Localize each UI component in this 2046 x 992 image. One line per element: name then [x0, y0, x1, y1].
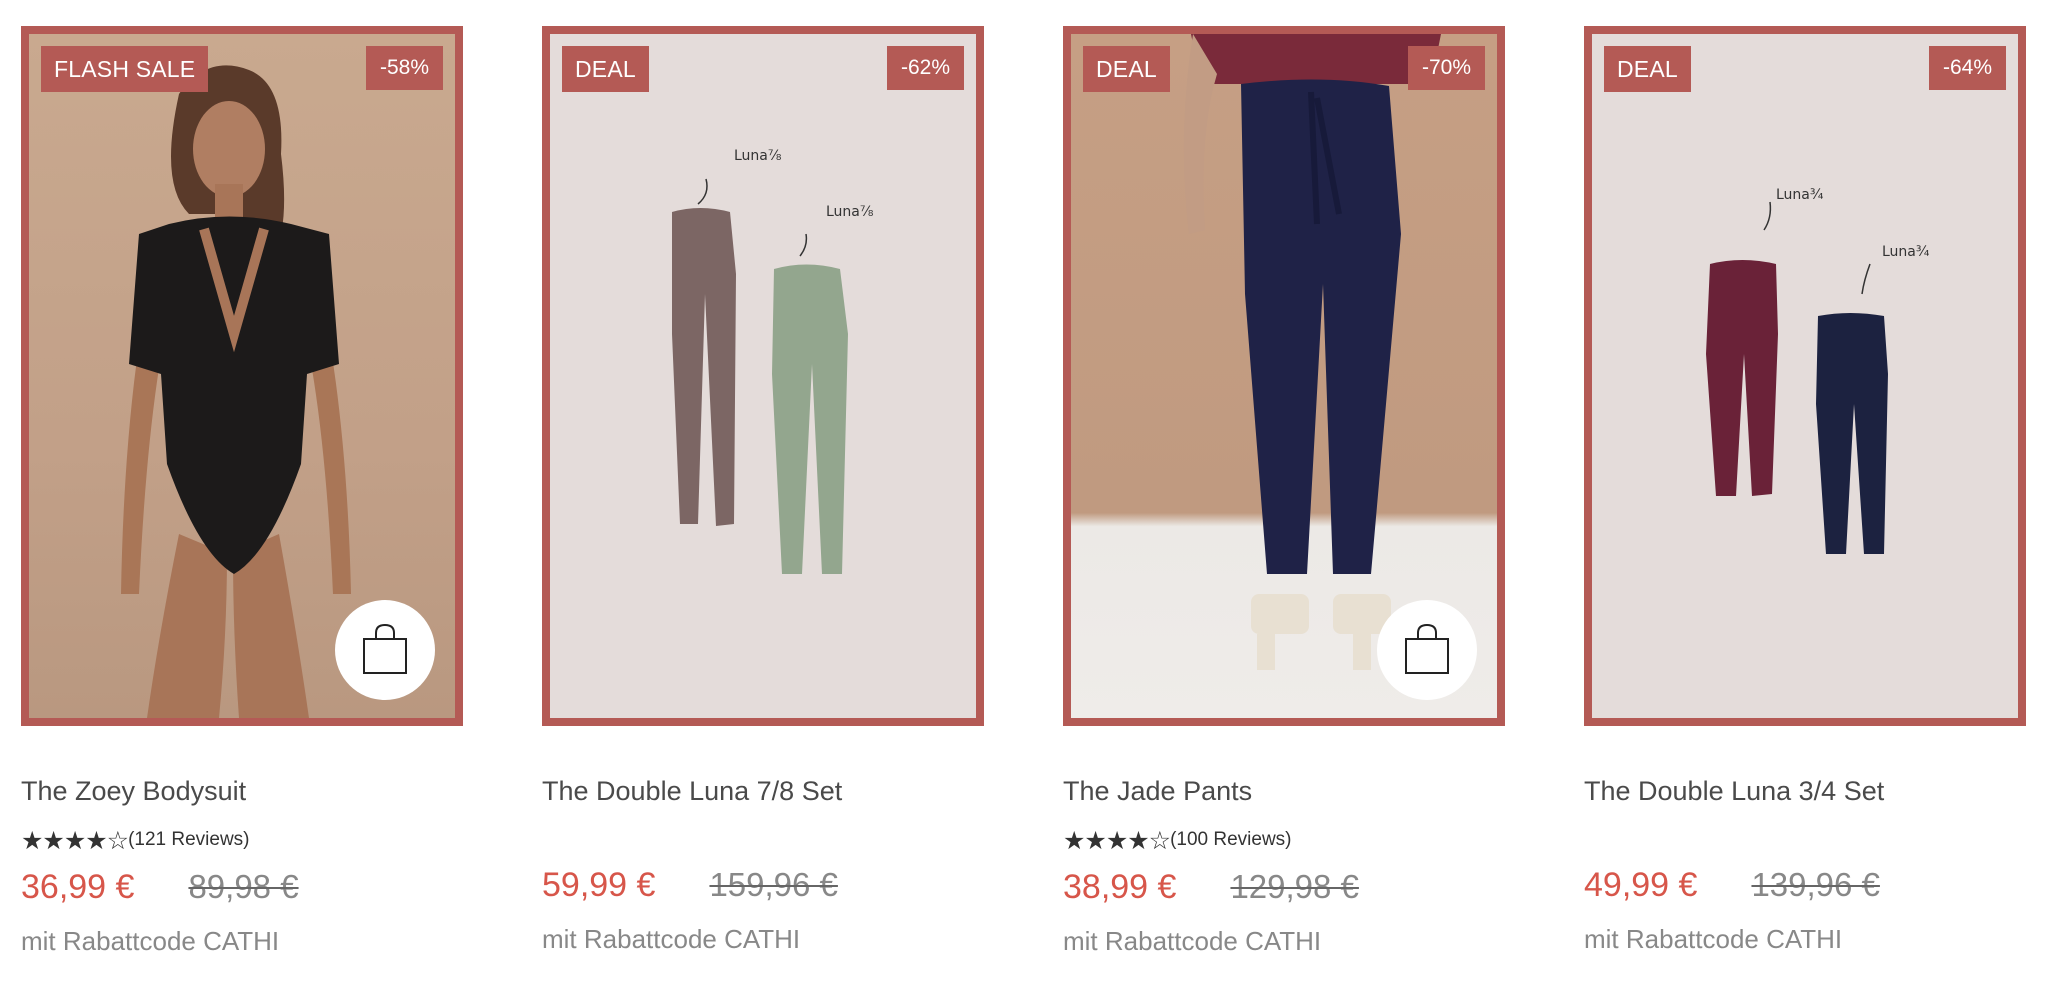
price-row: 38,99 € 129,98 €	[1063, 868, 1505, 912]
discount-badge: -64%	[1928, 46, 2006, 90]
product-card[interactable]: DEAL -70% The Jade Pants ★★★★☆ (100 Revi…	[1063, 26, 1505, 957]
product-image-frame[interactable]: DEAL -70%	[1063, 26, 1505, 726]
luna-label-a: Luna⅞	[734, 148, 782, 164]
sale-price: 38,99 €	[1063, 868, 1177, 906]
price-row: 36,99 € 89,98 €	[21, 868, 463, 912]
leggings-set-image: Luna¾ Luna¾	[1706, 187, 1930, 554]
original-price: 159,96 €	[709, 866, 838, 903]
price-row: 59,99 € 159,96 €	[542, 866, 984, 910]
sale-price: 59,99 €	[542, 866, 656, 904]
discount-code-note: mit Rabattcode CATHI	[21, 926, 280, 956]
product-card[interactable]: Luna⅞ Luna⅞ DEAL -62% The Double Luna 7/…	[542, 26, 984, 955]
luna-label-b: Luna¾	[1882, 244, 1930, 260]
discount-code-note: mit Rabattcode CATHI	[1584, 924, 1843, 954]
review-count: (121 Reviews)	[128, 829, 250, 850]
luna-label-b: Luna⅞	[826, 204, 874, 220]
leggings-set-image: Luna⅞ Luna⅞	[672, 148, 874, 574]
add-to-cart-button[interactable]	[1377, 600, 1477, 700]
original-price: 129,98 €	[1230, 868, 1359, 905]
rating-stars: ★★★★☆	[1063, 825, 1171, 855]
product-card[interactable]: FLASH SALE -58% The Zoey Bodysuit ★★★★☆ …	[21, 26, 463, 957]
product-rating[interactable]: ★★★★☆ (100 Reviews)	[1063, 825, 1505, 855]
deal-badge: DEAL	[1604, 46, 1691, 92]
sale-price: 36,99 €	[21, 868, 135, 906]
discount-code-note: mit Rabattcode CATHI	[542, 924, 801, 954]
product-image-frame[interactable]: FLASH SALE -58%	[21, 26, 463, 726]
rating-stars: ★★★★☆	[21, 825, 129, 855]
discount-code-note: mit Rabattcode CATHI	[1063, 926, 1322, 956]
discount-badge: -58%	[365, 46, 443, 90]
shopping-bag-icon	[363, 623, 407, 674]
shopping-bag-icon	[1405, 623, 1449, 674]
product-title[interactable]: The Double Luna 3/4 Set	[1584, 774, 2026, 808]
product-card[interactable]: Luna¾ Luna¾ DEAL -64% The Double Luna 3/…	[1584, 26, 2026, 955]
sale-price: 49,99 €	[1584, 866, 1698, 904]
product-title[interactable]: The Double Luna 7/8 Set	[542, 774, 984, 808]
product-image-frame[interactable]: Luna⅞ Luna⅞ DEAL -62%	[542, 26, 984, 726]
price-row: 49,99 € 139,96 €	[1584, 866, 2026, 910]
flash-sale-badge: FLASH SALE	[41, 46, 209, 92]
product-rating[interactable]: ★★★★☆ (121 Reviews)	[21, 825, 463, 855]
discount-badge: -62%	[886, 46, 964, 90]
deal-badge: DEAL	[1083, 46, 1170, 92]
rating-placeholder	[542, 826, 984, 854]
discount-badge: -70%	[1407, 46, 1485, 90]
product-title[interactable]: The Zoey Bodysuit	[21, 774, 463, 808]
original-price: 89,98 €	[188, 868, 299, 905]
product-grid: FLASH SALE -58% The Zoey Bodysuit ★★★★☆ …	[0, 0, 2046, 992]
product-title[interactable]: The Jade Pants	[1063, 774, 1505, 808]
add-to-cart-button[interactable]	[335, 600, 435, 700]
rating-placeholder	[1584, 826, 2026, 854]
product-image-frame[interactable]: Luna¾ Luna¾ DEAL -64%	[1584, 26, 2026, 726]
original-price: 139,96 €	[1751, 866, 1880, 903]
review-count: (100 Reviews)	[1170, 829, 1292, 850]
deal-badge: DEAL	[562, 46, 649, 92]
luna-label-a: Luna¾	[1776, 187, 1824, 203]
